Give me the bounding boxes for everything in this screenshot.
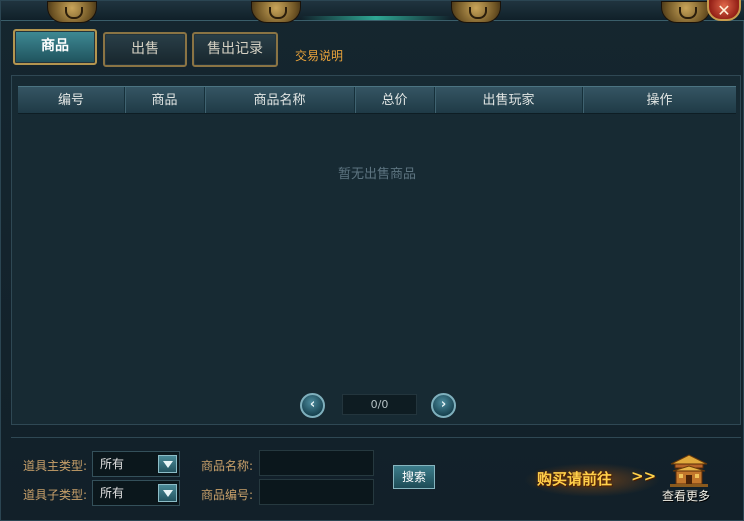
column-header-total-price: 总价: [355, 87, 435, 113]
column-header-action: 操作: [646, 93, 673, 108]
title-glow: [301, 16, 451, 20]
column-header-item: 商品: [125, 87, 205, 113]
tab-goods[interactable]: 商品: [13, 29, 97, 65]
view-more-link[interactable]: 查看更多: [662, 487, 710, 504]
chevron-down-icon[interactable]: [158, 455, 177, 473]
window-title-bar: [1, 1, 744, 21]
center-left-ornament-icon: [251, 1, 301, 23]
column-header-id: 编号: [18, 87, 125, 113]
main-type-value: 所有: [100, 457, 125, 471]
sub-type-value: 所有: [100, 486, 125, 500]
palace-icon[interactable]: [667, 452, 711, 488]
item-name-input[interactable]: [259, 450, 374, 476]
page-next-icon[interactable]: ›: [431, 393, 456, 418]
item-id-input[interactable]: [259, 479, 374, 505]
page-indicator: 0/0: [342, 394, 417, 415]
goods-list-panel: [11, 75, 741, 425]
item-name-label: 商品名称:: [201, 459, 254, 473]
search-button[interactable]: 搜索: [393, 465, 435, 489]
right-ornament-icon: [661, 1, 711, 23]
tab-sales-record[interactable]: 售出记录: [192, 32, 278, 67]
page-prev-icon[interactable]: ‹: [300, 393, 325, 418]
empty-list-message: 暂无出售商品: [337, 167, 416, 182]
sub-type-label: 道具子类型:: [23, 488, 88, 502]
center-right-ornament-icon: [451, 1, 501, 23]
tab-sell[interactable]: 出售: [103, 32, 187, 67]
column-header-item-name: 商品名称: [205, 87, 355, 113]
buy-prompt-text[interactable]: 购买请前往: [537, 468, 612, 489]
double-arrow-icon[interactable]: >>: [631, 467, 656, 485]
main-type-select[interactable]: 所有: [92, 451, 180, 477]
chevron-down-icon[interactable]: [158, 484, 177, 502]
trade-help-link[interactable]: 交易说明: [295, 47, 343, 64]
sub-type-select[interactable]: 所有: [92, 480, 180, 506]
trade-window: ✕ 商品 出售 售出记录 交易说明 编号 商品 商品名称 总价 出售玩家 操作 …: [0, 0, 744, 521]
item-id-label: 商品编号:: [201, 488, 254, 502]
table-header: 编号 商品 商品名称 总价 出售玩家 操作: [18, 86, 736, 114]
left-ornament-icon: [47, 1, 97, 23]
main-type-label: 道具主类型:: [23, 459, 88, 473]
column-header-seller: 出售玩家: [435, 87, 583, 113]
